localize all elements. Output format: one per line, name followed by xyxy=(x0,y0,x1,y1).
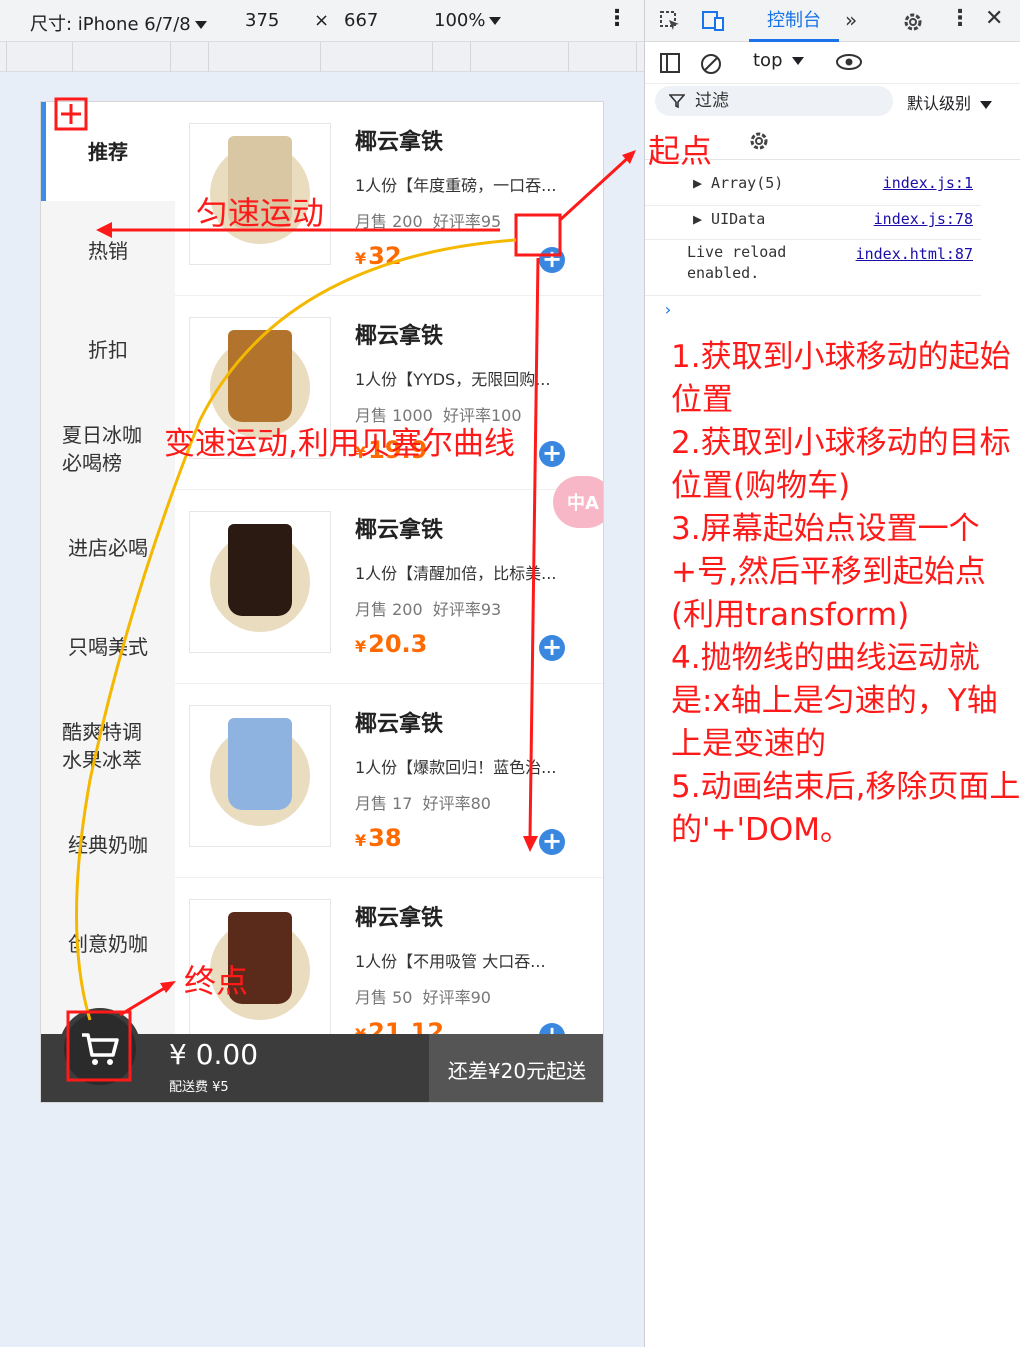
translate-icon[interactable]: 中A xyxy=(553,476,603,528)
filter-icon xyxy=(669,94,685,109)
product-name: 椰云拿铁 xyxy=(355,324,444,349)
min-order-button[interactable]: 还差¥20元起送 xyxy=(429,1034,603,1102)
product-desc: 1人份【不用吸管 大口吞... xyxy=(355,952,546,971)
delivery-fee: 配送费 ¥5 xyxy=(169,1080,229,1095)
sidebar-item-fruit[interactable]: 酷爽特调水果冰萃 xyxy=(41,696,175,795)
product-card: 椰云拿铁 1人份【清醒加倍，比标美... 月售 200 好评率93 ¥20.3 … xyxy=(175,490,603,684)
device-toolbar: 尺寸: iPhone 6/7/8 375 × 667 100% ⋮ xyxy=(0,0,644,42)
sidebar-item-recommend[interactable]: 推荐 xyxy=(41,102,175,201)
product-image xyxy=(189,705,331,847)
product-stats: 月售 50 好评率90 xyxy=(355,988,491,1007)
cart-total: ¥ 0.00 xyxy=(169,1038,259,1071)
product-name: 椰云拿铁 xyxy=(355,130,444,155)
clear-console-icon[interactable] xyxy=(699,52,723,76)
source-link[interactable]: index.html:87 xyxy=(856,244,973,265)
devtools-panel: 控制台 » ⋮ ✕ top 过滤 默认级别 ▶ Array(5) index.j… xyxy=(644,0,1020,1347)
uniform-motion-label: 匀速运动 xyxy=(196,194,325,232)
console-toolbar: top xyxy=(645,42,1020,84)
sidebar-item-hot[interactable]: 热销 xyxy=(41,201,175,300)
console-log-entry: Live reload enabled. index.html:87 xyxy=(645,242,981,296)
sidebar-item-summer[interactable]: 夏日冰咖必喝榜 xyxy=(41,399,175,498)
product-price: ¥20.3 xyxy=(355,630,428,658)
close-icon[interactable]: ✕ xyxy=(985,6,1003,31)
product-price: ¥32 xyxy=(355,242,402,270)
height-input[interactable]: 667 xyxy=(344,10,378,31)
more-tabs-icon[interactable]: » xyxy=(845,8,857,32)
product-desc: 1人份【年度重磅，一口吞... xyxy=(355,176,557,195)
variable-motion-label: 变速运动,利用贝塞尔曲线 xyxy=(164,426,515,462)
source-link[interactable]: index.js:1 xyxy=(883,172,973,194)
filter-input[interactable]: 过滤 xyxy=(655,86,893,116)
product-desc: 1人份【爆款回归！蓝色治... xyxy=(355,758,557,777)
times-sign: × xyxy=(314,10,330,31)
sidebar-item-creative[interactable]: 创意奶咖 xyxy=(41,894,175,993)
devtools-tabbar: 控制台 » ⋮ ✕ xyxy=(645,0,1020,42)
chevron-down-icon xyxy=(980,100,993,109)
product-stats: 月售 200 好评率93 xyxy=(355,600,502,619)
sidebar-toggle-icon[interactable] xyxy=(659,52,681,74)
product-card: 椰云拿铁 1人份【爆款回归！蓝色治... 月售 17 好评率80 ¥38 + xyxy=(175,684,603,878)
more-options-icon[interactable]: ⋮ xyxy=(606,6,628,31)
kebab-menu-icon[interactable]: ⋮ xyxy=(949,6,971,31)
chevron-down-icon xyxy=(194,21,207,29)
width-input[interactable]: 375 xyxy=(245,10,279,31)
chevron-down-icon xyxy=(489,17,502,25)
console-prompt[interactable]: › xyxy=(663,300,673,319)
console-log-entry: ▶ UIData index.js:78 xyxy=(645,206,981,240)
start-label: 起点 xyxy=(648,132,713,170)
device-toggle-icon[interactable] xyxy=(701,10,725,32)
gear-icon[interactable] xyxy=(901,10,925,34)
log-level-select[interactable]: 默认级别 xyxy=(907,90,993,114)
media-query-ruler xyxy=(0,42,644,72)
zoom-select[interactable]: 100% xyxy=(434,10,502,31)
product-desc: 1人份【YYDS，无限回购... xyxy=(355,370,551,389)
phone-viewport: 推荐 热销 折扣 夏日冰咖必喝榜 进店必喝 只喝美式 酷爽特调水果冰萃 经典奶咖… xyxy=(40,101,604,1103)
add-to-cart-button[interactable]: + xyxy=(539,441,565,467)
device-select[interactable]: 尺寸: iPhone 6/7/8 xyxy=(30,10,207,36)
cart-icon xyxy=(82,1033,119,1065)
category-sidebar: 推荐 热销 折扣 夏日冰咖必喝榜 进店必喝 只喝美式 酷爽特调水果冰萃 经典奶咖… xyxy=(41,102,175,1102)
product-stats: 月售 17 好评率80 xyxy=(355,794,491,813)
sidebar-item-discount[interactable]: 折扣 xyxy=(41,300,175,399)
sidebar-item-must-drink[interactable]: 进店必喝 xyxy=(41,498,175,597)
add-to-cart-button[interactable]: + xyxy=(539,247,565,273)
end-label: 终点 xyxy=(184,962,249,1000)
cart-bar: ¥ 0.00 配送费 ¥5 还差¥20元起送 xyxy=(41,1008,603,1102)
add-to-cart-button[interactable]: + xyxy=(539,829,565,855)
context-select[interactable]: top xyxy=(753,50,805,71)
sidebar-item-americano[interactable]: 只喝美式 xyxy=(41,597,175,696)
product-image xyxy=(189,511,331,653)
eye-icon[interactable] xyxy=(835,52,863,72)
tab-console[interactable]: 控制台 xyxy=(749,0,839,42)
inspect-icon[interactable] xyxy=(659,10,681,32)
console-log-entry: ▶ Array(5) index.js:1 xyxy=(645,172,981,206)
sidebar-item-classic[interactable]: 经典奶咖 xyxy=(41,795,175,894)
annotation-notes: 1.获取到小球移动的起始位置 2.获取到小球移动的目标位置(购物车) 3.屏幕起… xyxy=(671,339,1020,848)
cart-button[interactable] xyxy=(59,1008,141,1090)
add-to-cart-button[interactable]: + xyxy=(539,635,565,661)
gear-icon[interactable] xyxy=(747,129,771,153)
product-name: 椰云拿铁 xyxy=(355,906,444,931)
product-price: ¥38 xyxy=(355,824,402,852)
product-stats: 月售 200 好评率95 xyxy=(355,212,502,231)
product-name: 椰云拿铁 xyxy=(355,518,444,543)
chevron-down-icon xyxy=(792,57,805,65)
product-name: 椰云拿铁 xyxy=(355,712,444,737)
source-link[interactable]: index.js:78 xyxy=(874,206,973,232)
product-desc: 1人份【清醒加倍，比标美... xyxy=(355,564,557,583)
